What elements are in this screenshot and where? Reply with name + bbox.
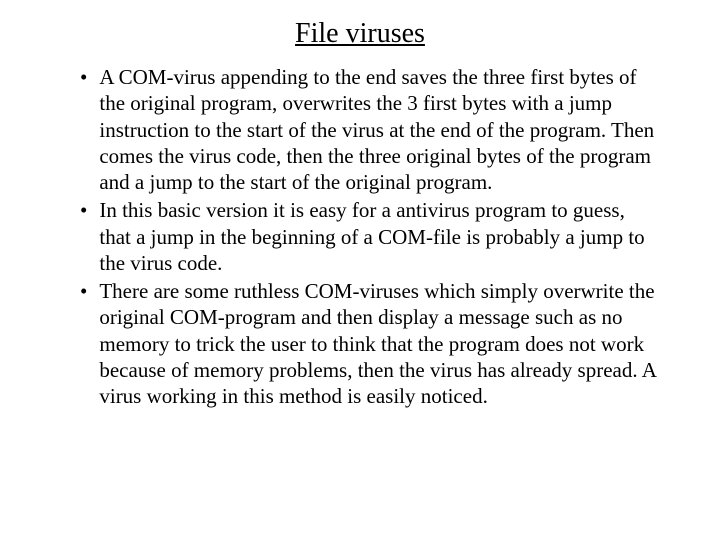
bullet-icon: •	[80, 278, 87, 409]
bullet-icon: •	[80, 197, 87, 276]
list-item: • A COM-virus appending to the end saves…	[80, 64, 660, 195]
bullet-icon: •	[80, 64, 87, 195]
list-item: • In this basic version it is easy for a…	[80, 197, 660, 276]
bullet-list: • A COM-virus appending to the end saves…	[60, 64, 660, 409]
bullet-text: There are some ruthless COM-viruses whic…	[99, 278, 660, 409]
bullet-text: A COM-virus appending to the end saves t…	[99, 64, 660, 195]
bullet-text: In this basic version it is easy for a a…	[99, 197, 660, 276]
page-title: File viruses	[60, 18, 660, 50]
list-item: • There are some ruthless COM-viruses wh…	[80, 278, 660, 409]
